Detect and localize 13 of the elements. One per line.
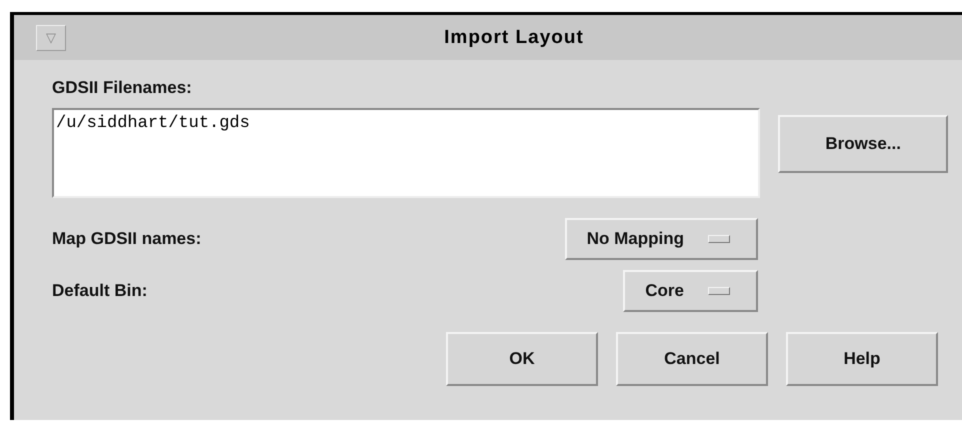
filenames-field[interactable]: /u/siddhart/tut.gds: [52, 108, 760, 198]
option-label: Map GDSII names:: [52, 229, 202, 249]
field-label: GDSII Filenames:: [52, 78, 193, 98]
dialog-button[interactable]: Help: [786, 332, 938, 386]
option-label: Default Bin:: [52, 281, 148, 301]
option-menu[interactable]: No Mapping: [564, 218, 758, 260]
option-menu[interactable]: Core: [623, 270, 758, 312]
dialog-button[interactable]: Cancel: [616, 332, 768, 386]
dialog-button[interactable]: OK: [446, 332, 598, 386]
option-menu-indicator-icon: [708, 287, 730, 295]
browse-button[interactable]: Browse...: [778, 115, 948, 173]
option-menu-indicator-icon: [708, 235, 730, 243]
window-title: Import Layout: [443, 26, 585, 48]
